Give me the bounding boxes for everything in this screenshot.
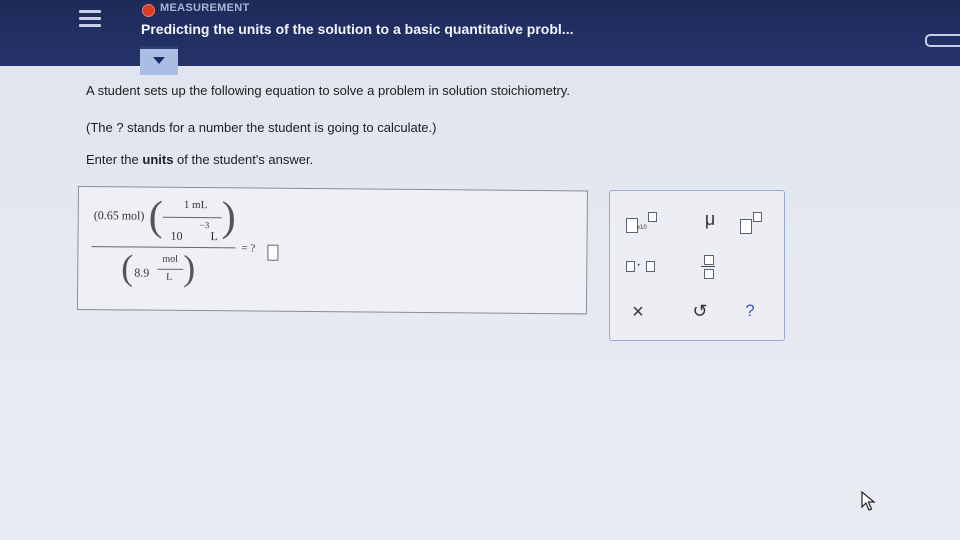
clear-button[interactable]: ×: [626, 301, 650, 325]
superscript-base-icon: [740, 219, 752, 234]
x10-label: x10: [637, 225, 647, 231]
main-fraction-bar: [91, 246, 236, 249]
question-instruction: Enter the units of the student's answer.: [86, 152, 313, 167]
instruction-prefix: Enter the: [86, 152, 143, 167]
expand-handle[interactable]: [925, 34, 960, 47]
mouse-pointer-icon: [861, 490, 876, 511]
fraction-button[interactable]: [696, 253, 722, 283]
conversion-base: 10: [170, 228, 183, 243]
page-title: Predicting the units of the solution to …: [141, 21, 574, 37]
micro-button[interactable]: μ: [698, 209, 722, 235]
conversion-bar: [162, 216, 222, 219]
screen: MEASUREMENT Predicting the units of the …: [0, 0, 960, 540]
fraction-bottom-box-icon: [704, 269, 714, 279]
fraction-line-icon: [701, 266, 715, 267]
question-text: A student sets up the following equation…: [86, 83, 570, 98]
denominator-bar: [157, 268, 184, 270]
instruction-suffix: of the student's answer.: [173, 152, 314, 167]
den-right-paren: ): [183, 247, 196, 289]
conversion-unit: L: [210, 229, 218, 244]
multiply-button[interactable]: ·: [624, 256, 660, 279]
multiply-right-box-icon: [646, 261, 655, 272]
sci-exp-box-icon: [648, 212, 657, 222]
undo-button[interactable]: ↺: [688, 301, 712, 325]
denominator-bottom: L: [166, 271, 173, 283]
answer-box[interactable]: (0.65 mol) ( 1 mL −3 10 L ) = ? ( 8.9 mo…: [76, 186, 588, 315]
help-button[interactable]: ?: [738, 301, 762, 325]
left-paren: (: [148, 193, 163, 240]
equals-question: = ?: [241, 242, 256, 255]
menu-icon[interactable]: [76, 6, 104, 32]
den-left-paren: (: [121, 247, 134, 288]
instruction-units: units: [142, 152, 174, 167]
math-palette: x10 μ · × ↺ ?: [609, 190, 785, 341]
right-paren: ): [221, 194, 236, 241]
question-note: (The ? stands for a number the student i…: [86, 120, 437, 135]
denominator-top: mol: [162, 253, 178, 265]
superscript-button[interactable]: [738, 211, 768, 235]
superscript-exp-icon: [753, 212, 762, 222]
collapse-button[interactable]: [140, 46, 178, 75]
conversion-top: 1 mL: [183, 198, 208, 212]
topic-label: MEASUREMENT: [160, 2, 250, 14]
scientific-notation-button[interactable]: x10: [624, 209, 668, 235]
conversion-exponent: −3: [199, 220, 210, 231]
denominator-value: 8.9: [134, 265, 150, 280]
fraction-top-box-icon: [704, 255, 714, 265]
numerator-amount: (0.65 mol): [93, 208, 145, 223]
topic-status-icon: [142, 4, 155, 17]
answer-placeholder[interactable]: [267, 244, 279, 261]
multiply-dot: ·: [636, 256, 642, 273]
multiply-left-box-icon: [626, 261, 635, 272]
chevron-down-icon: [153, 57, 165, 64]
